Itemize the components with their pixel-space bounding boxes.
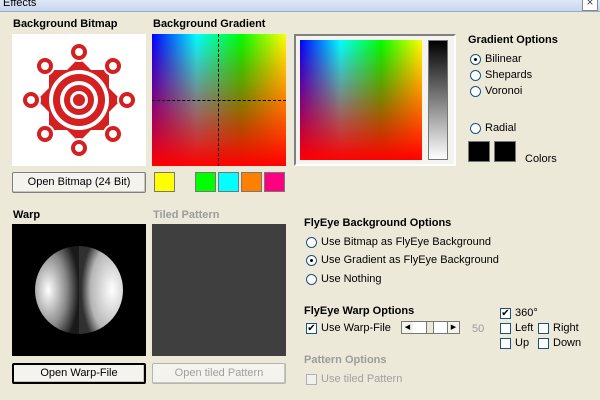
radio-button[interactable] xyxy=(306,254,317,266)
warp-slider[interactable]: ◀ ▶ xyxy=(401,321,460,334)
open-bitmap-button[interactable]: Open Bitmap (24 Bit) xyxy=(12,172,146,193)
check-label: 360° xyxy=(515,307,538,319)
check-label: Left xyxy=(515,322,534,334)
check-right[interactable]: Right xyxy=(538,322,579,334)
checkbox[interactable] xyxy=(500,337,511,349)
background-gradient-heading: Background Gradient xyxy=(153,18,266,30)
check-up[interactable]: Up xyxy=(500,337,529,349)
check-360[interactable]: ✔ 360° xyxy=(500,307,538,319)
radio-label: Voronoi xyxy=(485,85,523,97)
radio-radial[interactable]: Radial xyxy=(470,122,516,134)
mandala-icon xyxy=(21,42,137,158)
check-down[interactable]: Down xyxy=(538,337,581,349)
gradient-color-field[interactable] xyxy=(300,40,422,160)
warp-heading: Warp xyxy=(13,209,41,221)
check-label: Use tiled Pattern xyxy=(321,373,403,385)
radio-label: Use Bitmap as FlyEye Background xyxy=(321,236,491,248)
checkbox[interactable] xyxy=(538,322,549,334)
radio-button[interactable] xyxy=(306,273,317,285)
flyeye-background-heading: FlyEye Background Options xyxy=(304,217,452,229)
background-gradient-preview[interactable] xyxy=(152,34,286,166)
background-bitmap-heading: Background Bitmap xyxy=(13,18,118,30)
radio-button[interactable] xyxy=(470,69,481,81)
gradient-brightness-bar[interactable] xyxy=(428,40,448,160)
warp-slider-value: 50 xyxy=(472,323,485,335)
radio-button[interactable] xyxy=(470,122,481,134)
radio-button[interactable] xyxy=(306,236,317,248)
tiled-pattern-heading: Tiled Pattern xyxy=(153,209,220,221)
warp-preview xyxy=(12,224,146,356)
gradient-color-box-2[interactable] xyxy=(494,141,516,162)
gradient-horizontal-guide xyxy=(152,100,286,101)
checkbox[interactable]: ✔ xyxy=(500,307,511,319)
check-use-warp-file[interactable]: ✔ Use Warp-File xyxy=(306,322,391,334)
slider-thumb[interactable] xyxy=(426,322,434,333)
gradient-color-box-1[interactable] xyxy=(468,141,490,162)
gradient-swatch-2[interactable] xyxy=(195,172,216,192)
checkbox[interactable] xyxy=(500,322,511,334)
close-icon[interactable]: × xyxy=(582,0,598,11)
radio-use-gradient[interactable]: Use Gradient as FlyEye Background xyxy=(306,254,499,266)
pattern-options-heading: Pattern Options xyxy=(304,354,387,366)
checkbox[interactable]: ✔ xyxy=(306,322,317,334)
title-bar: Effects × xyxy=(0,0,600,12)
radio-bilinear[interactable]: Bilinear xyxy=(470,53,522,65)
background-bitmap-preview xyxy=(12,34,146,166)
check-label: Up xyxy=(515,337,530,349)
slider-right-arrow-icon[interactable]: ▶ xyxy=(447,321,460,334)
gradient-swatch-1[interactable] xyxy=(154,172,175,192)
gradient-swatch-5[interactable] xyxy=(264,172,285,192)
radio-label: Radial xyxy=(485,122,517,134)
checkbox[interactable] xyxy=(538,337,549,349)
open-warp-file-button[interactable]: Open Warp-File xyxy=(12,363,146,384)
radio-use-nothing[interactable]: Use Nothing xyxy=(306,273,382,285)
open-tiled-pattern-button[interactable]: Open tiled Pattern xyxy=(152,363,286,384)
slider-track[interactable] xyxy=(413,321,447,334)
radio-use-bitmap[interactable]: Use Bitmap as FlyEye Background xyxy=(306,236,491,248)
check-label: Right xyxy=(553,322,579,334)
radio-label: Bilinear xyxy=(485,53,522,65)
check-use-tiled-pattern[interactable]: Use tiled Pattern xyxy=(306,373,402,385)
colors-label: Colors xyxy=(525,153,557,165)
flyeye-warp-heading: FlyEye Warp Options xyxy=(304,305,415,317)
window-title: Effects xyxy=(3,0,37,9)
gradient-swatch-4[interactable] xyxy=(241,172,262,192)
checkbox[interactable] xyxy=(306,373,317,385)
gradient-swatch-3[interactable] xyxy=(218,172,239,192)
radio-voronoi[interactable]: Voronoi xyxy=(470,85,522,97)
radio-button[interactable] xyxy=(470,85,481,97)
check-left[interactable]: Left xyxy=(500,322,533,334)
sphere-icon xyxy=(35,246,123,334)
gradient-options-heading: Gradient Options xyxy=(468,34,558,46)
tiled-pattern-preview xyxy=(152,224,286,356)
radio-label: Use Nothing xyxy=(321,273,382,285)
gradient-preview-panel xyxy=(294,34,456,166)
radio-label: Use Gradient as FlyEye Background xyxy=(321,254,499,266)
radio-button[interactable] xyxy=(470,53,481,65)
radio-shepards[interactable]: Shepards xyxy=(470,69,532,81)
check-label: Down xyxy=(553,337,582,349)
radio-label: Shepards xyxy=(485,69,533,81)
check-label: Use Warp-File xyxy=(321,322,391,334)
